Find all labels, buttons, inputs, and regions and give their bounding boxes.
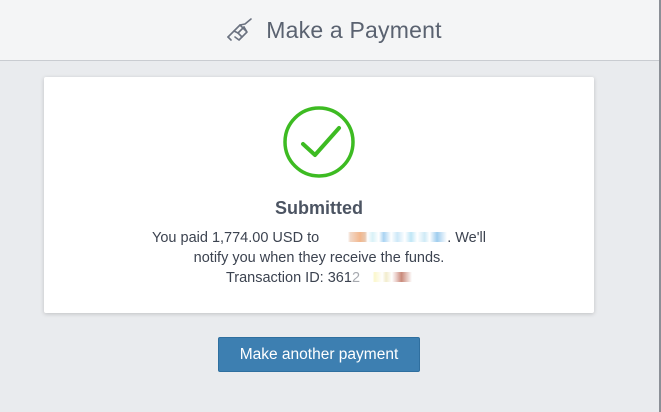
check-circle-icon [283,106,355,178]
redacted-recipient [323,232,448,243]
page-title: Make a Payment [266,16,442,43]
handshake-icon [227,18,253,41]
payment-message-line2: notify you when they receive the funds. [193,250,445,266]
redacted-transaction-id [364,272,413,283]
transaction-id-line: Transaction ID: 3612 [44,268,594,288]
page-header: Make a Payment [0,0,661,61]
transaction-id-label: Transaction ID: 361 [225,270,352,286]
header-title-group: Make a Payment [225,15,441,45]
confirmation-card: Submitted You paid 1,774.00 USD to . We'… [44,77,594,313]
make-another-payment-button[interactable]: Make another payment [218,337,420,372]
payment-message-suffix: . We'll [447,230,486,246]
payment-amount-text: You paid 1,774.00 USD to [152,230,320,246]
payment-message-line1: You paid 1,774.00 USD to . We'll [44,228,594,248]
transaction-id-partial: 2 [351,270,361,286]
status-heading: Submitted [275,198,363,218]
